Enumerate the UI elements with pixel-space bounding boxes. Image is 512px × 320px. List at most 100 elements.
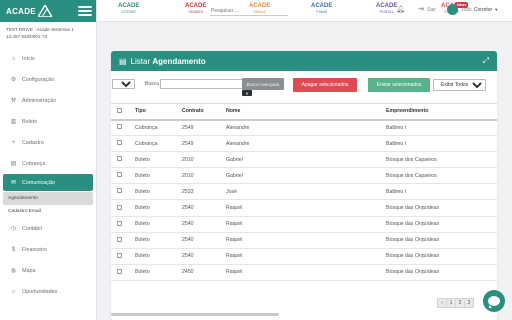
submenu-item-cadastro-email[interactable]: Cadastro Email — [3, 205, 93, 218]
row-select-cell — [111, 216, 133, 233]
bell-icon[interactable]: 🔔︎ — [396, 5, 405, 13]
cell-tipo: Boleto — [133, 199, 180, 217]
row-checkbox[interactable] — [117, 188, 122, 194]
cell-nome: Raquel — [224, 264, 384, 281]
table-header-row: Tipo Contrato Nome Empreendimento — [111, 103, 497, 121]
sidebar-item-administracao[interactable]: ⚒ Administração — [0, 90, 96, 111]
row-checkbox[interactable] — [117, 236, 122, 242]
row-checkbox[interactable] — [117, 124, 122, 130]
column-header-nome[interactable]: Nome — [224, 103, 384, 121]
row-select-cell — [111, 167, 133, 185]
sidebar-item-cadastro[interactable]: + Cadastro — [0, 132, 96, 153]
logout-icon[interactable]: ⇥ — [418, 5, 424, 13]
search-input[interactable] — [210, 7, 288, 16]
table-row[interactable]: Boleto 2540 Raquel Bosque das Orquídeas — [111, 248, 497, 265]
admin-icon: ⚒ — [10, 98, 17, 104]
expand-icon[interactable]: ⤢ — [483, 56, 489, 66]
delete-selected-button[interactable]: Apagar selecionados — [293, 78, 357, 92]
table-row[interactable]: Boleto 2010 Gabriel Bosque dos Cajueiros — [111, 167, 497, 185]
cell-nome: Alexandre — [224, 135, 384, 153]
horizontal-scrollbar[interactable] — [111, 313, 279, 316]
column-header-tipo[interactable]: Tipo — [133, 103, 180, 121]
sidebar-item-label: Mapa — [22, 267, 36, 274]
sidebar-item-contabil[interactable]: ◷ Contábil — [0, 218, 96, 239]
row-checkbox[interactable] — [117, 172, 122, 178]
cell-nome: Raquel — [224, 248, 384, 265]
cell-nome: Gabriel — [224, 167, 384, 185]
sidebar-item-financeiro[interactable]: $ Financeiro — [0, 239, 96, 260]
cell-contrato: 2010 — [180, 167, 224, 185]
barcode-icon: ▥ — [10, 119, 17, 125]
column-header-contrato[interactable]: Contrato — [180, 103, 224, 121]
row-checkbox[interactable] — [117, 204, 122, 210]
column-header-empreendimento[interactable]: Empreendimento — [384, 103, 497, 121]
cell-empreendimento: Bosque dos Cajueiros — [384, 167, 497, 185]
table-row[interactable]: Boleto 2540 Raquel Bosque das Orquídeas — [111, 199, 497, 217]
plus-icon: + — [11, 139, 16, 146]
brand-sub: FINAN — [316, 10, 328, 14]
cell-contrato: 2540 — [180, 232, 224, 249]
logo-mark-icon — [37, 5, 52, 17]
send-selected-button[interactable]: Enviar selecionados — [368, 78, 430, 92]
pagination-page-3[interactable]: 3 — [464, 298, 474, 308]
cell-contrato: 2540 — [180, 199, 224, 217]
chat-button[interactable] — [483, 290, 505, 312]
busca-input[interactable] — [160, 79, 246, 89]
advanced-search-button[interactable]: Busca Avançada — [242, 78, 284, 90]
brand-finan[interactable]: ACADE FINAN — [311, 3, 332, 15]
sidebar-item-label: Boleto — [22, 118, 38, 125]
title-bold: Agendamento — [152, 56, 206, 66]
row-checkbox[interactable] — [117, 268, 122, 274]
row-checkbox[interactable] — [117, 252, 122, 258]
cell-contrato: 2540 — [180, 248, 224, 265]
cell-contrato: 2533 — [180, 183, 224, 201]
sidebar-item-mapa[interactable]: ◍ Mapa — [0, 260, 96, 281]
brand-lotear[interactable]: ACADE LOTEAR — [118, 3, 139, 15]
select-all-checkbox[interactable] — [117, 107, 122, 113]
row-select-cell — [111, 264, 133, 281]
cell-empreendimento: Balbino I — [384, 119, 497, 137]
sidebar-item-configuracao[interactable]: ⚙ Configuração — [0, 69, 96, 90]
list-icon: ▤ — [119, 56, 127, 66]
row-select-cell — [111, 135, 133, 153]
page-title: Listar Agendamento — [131, 57, 206, 66]
logout-link[interactable]: Sair — [427, 7, 436, 13]
sidebar-item-label: Oportunidades — [22, 288, 58, 295]
logo-text: ACADE — [6, 6, 36, 16]
table-body: Cobrança 2549 Alexandre Balbino I Cobrança 25… — [111, 119, 497, 281]
cell-empreendimento: Bosque dos Cajueiros — [384, 151, 497, 169]
sidebar-item-oportunidades[interactable]: ☼ Oportunidades — [0, 281, 96, 302]
select-all-cell — [111, 103, 133, 121]
user-menu[interactable]: João Corretor ▼ — [447, 4, 498, 15]
sidebar-item-boleto[interactable]: ▥ Boleto — [0, 111, 96, 132]
row-checkbox[interactable] — [117, 156, 122, 162]
sidebar-item-inicio[interactable]: ⌂ Início — [0, 48, 96, 69]
clear-search-button[interactable]: ✕ — [242, 90, 252, 96]
sidebar-item-comunicacao[interactable]: ✉ Comunicação — [3, 174, 93, 191]
user-name: Corretor — [473, 6, 493, 13]
sidebar-item-label: Cadastro — [22, 139, 44, 146]
show-filter-select[interactable]: Exibir Todos — [433, 79, 486, 91]
row-checkbox[interactable] — [117, 220, 122, 226]
per-page-select[interactable]: 10 — [112, 79, 135, 89]
table-row[interactable]: Boleto 2540 Raquel Bosque das Orquídeas — [111, 232, 497, 249]
sidebar-item-label: Configuração — [22, 76, 55, 83]
hamburger-menu-icon[interactable] — [78, 6, 92, 16]
table-row[interactable]: Cobrança 2549 Alexandre Balbino I — [111, 135, 497, 153]
table-row[interactable]: Boleto 2010 Gabriel Bosque dos Cajueiros — [111, 151, 497, 169]
card-header: ▤ Listar Agendamento ⤢ — [111, 51, 497, 71]
sidebar-item-cobranca[interactable]: ▤ Cobrança — [0, 153, 96, 174]
table-row[interactable]: Boleto 2533 José Balbino I — [111, 183, 497, 201]
brand-sub: VENDAS — [188, 10, 204, 14]
row-checkbox[interactable] — [117, 140, 122, 146]
cell-nome: José — [224, 183, 384, 201]
table-row[interactable]: Boleto 2450 Raquel Bosque das Orquídeas — [111, 264, 497, 281]
sidebar-item-label: Contábil — [22, 225, 42, 232]
brand-vendas[interactable]: ACADE VENDAS — [185, 3, 206, 15]
message-icon: ✉ — [10, 180, 17, 186]
table-row[interactable]: Boleto 2540 Raquel Bosque das Orquídeas — [111, 216, 497, 233]
submenu-item-agendamento[interactable]: Agendamento — [3, 192, 93, 205]
brand-portal[interactable]: ACADE PORTAL — [376, 3, 397, 15]
agendamento-card: ▤ Listar Agendamento ⤢ 10 Busca Busca Av… — [111, 51, 497, 320]
table-row[interactable]: Cobrança 2549 Alexandre Balbino I — [111, 119, 497, 137]
